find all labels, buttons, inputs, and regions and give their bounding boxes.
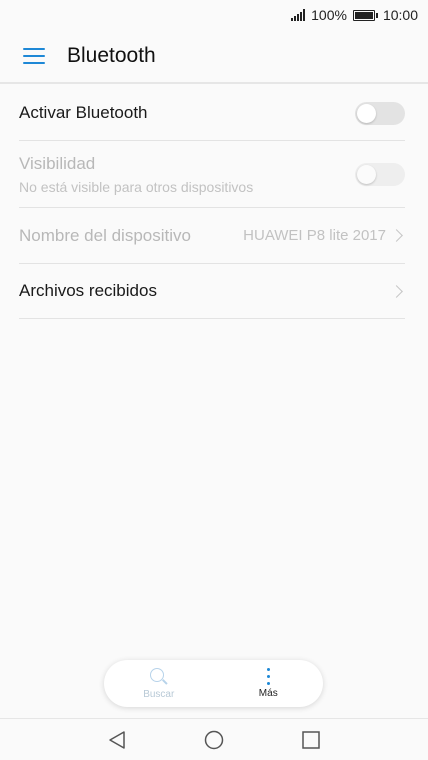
settings-list: Activar Bluetooth Visibilidad No está vi… [19,86,405,319]
search-icon [149,667,168,686]
visibilidad-sublabel: No está visible para otros dispositivos [19,178,254,195]
mas-button[interactable]: Más [214,660,324,707]
visibility-toggle [355,162,405,186]
page-title: Bluetooth [67,44,156,67]
battery-icon [352,9,378,21]
battery-percent: 100% [311,7,347,23]
activar-bluetooth-row[interactable]: Activar Bluetooth [19,86,405,141]
nombre-dispositivo-row: Nombre del dispositivo HUAWEI P8 lite 20… [19,208,405,264]
clock: 10:00 [382,7,418,23]
archivos-recibidos-label: Archivos recibidos [19,281,157,300]
nombre-dispositivo-label: Nombre del dispositivo [19,225,191,245]
bottom-action-bar: Buscar Más [104,660,323,707]
system-nav-bar [0,718,428,760]
back-icon[interactable] [106,729,128,751]
bluetooth-toggle[interactable] [355,101,405,125]
activar-bluetooth-label: Activar Bluetooth [19,103,148,122]
buscar-button[interactable]: Buscar [104,660,214,707]
home-icon[interactable] [203,729,225,751]
recents-icon[interactable] [300,729,322,751]
buscar-label: Buscar [143,688,175,700]
menu-icon[interactable] [23,48,45,64]
chevron-right-icon [390,229,403,242]
archivos-recibidos-row[interactable]: Archivos recibidos [19,264,405,319]
status-bar: 100% 10:00 [0,0,428,30]
signal-icon [291,9,306,21]
app-bar: Bluetooth [0,30,428,84]
chevron-right-icon [390,284,403,298]
visibilidad-row: Visibilidad No está visible para otros d… [19,141,405,208]
device-name-value: HUAWEI P8 lite 2017 [243,227,386,244]
mas-label: Más [258,688,278,699]
visibilidad-label: Visibilidad [19,153,96,173]
more-vertical-icon [266,668,270,685]
